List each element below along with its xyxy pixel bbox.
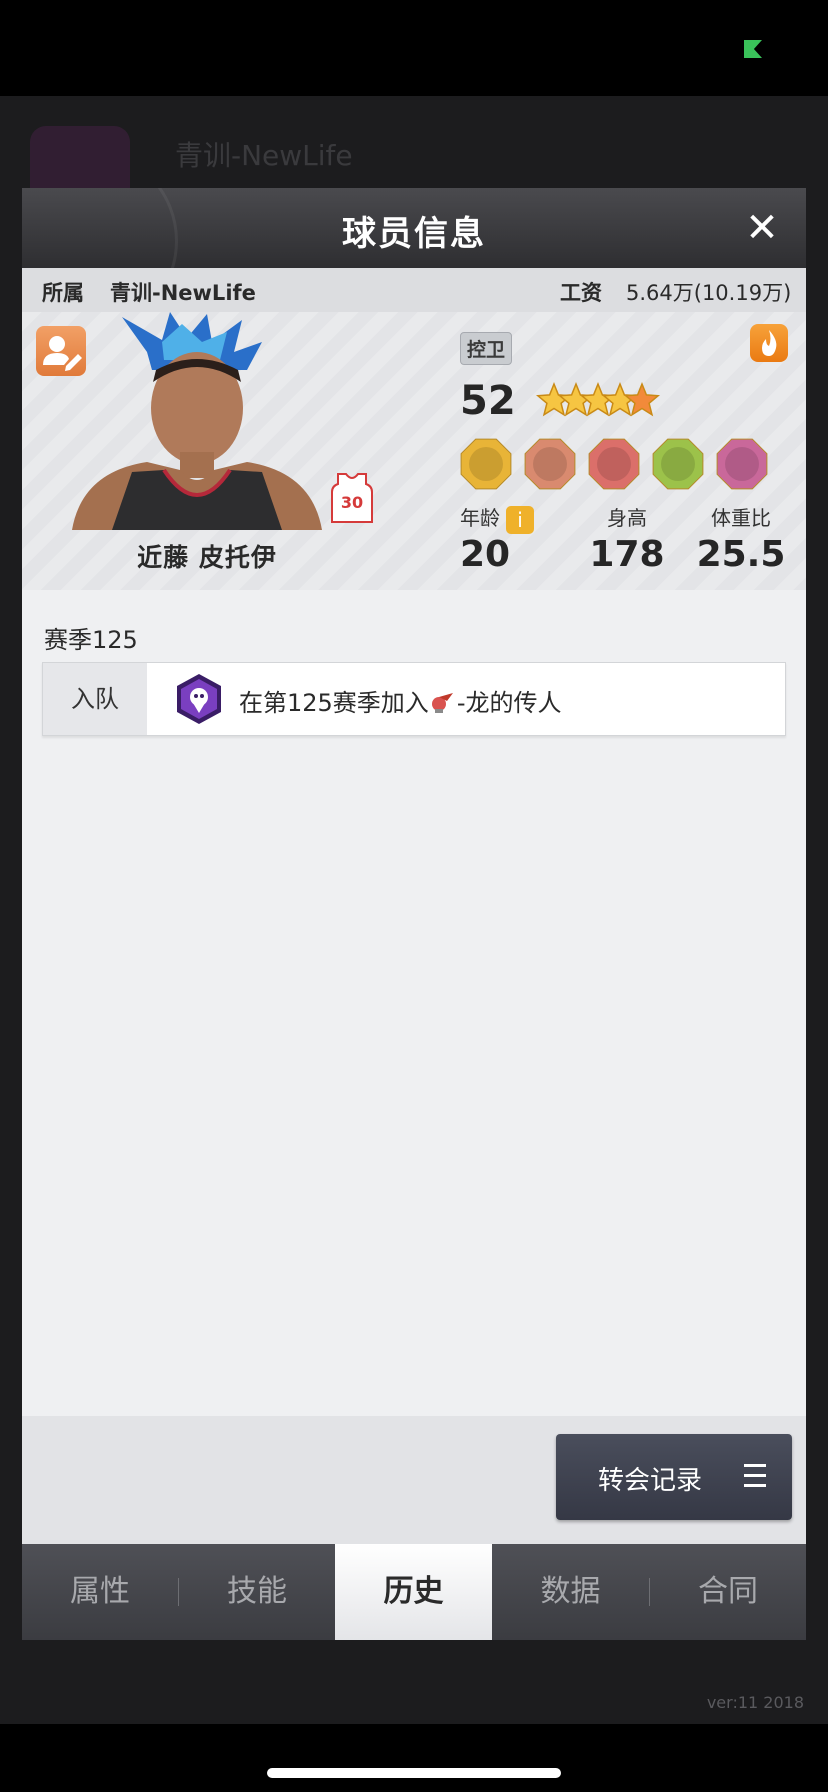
modal-title: 球员信息 — [342, 214, 486, 254]
team-value: 青训-NewLife — [110, 281, 256, 305]
stat-age: 年龄 i 20 — [460, 502, 550, 575]
jersey-number-icon: 30 — [331, 473, 373, 523]
app-status-icon — [744, 40, 762, 58]
transfer-history-label: 转会记录 — [598, 1466, 703, 1496]
stat-weight-ratio-label: 体重比 — [711, 506, 771, 530]
hot-status-button[interactable] — [750, 324, 788, 362]
tab-data[interactable]: 数据 — [492, 1544, 649, 1640]
history-text-after: -龙的传人 — [456, 689, 562, 717]
stat-height: 身高 178 — [572, 502, 682, 575]
stat-age-value: 20 — [460, 534, 511, 575]
player-portrait — [72, 312, 322, 530]
stat-weight-ratio-value: 25.5 — [696, 534, 786, 575]
season-label: 赛季125 — [44, 626, 138, 654]
version-label: ver:11 2018 — [706, 1693, 804, 1712]
tab-history[interactable]: 历史 — [335, 1544, 492, 1640]
stat-height-label: 身高 — [607, 506, 647, 530]
skill-badges — [460, 438, 768, 490]
stat-weight-ratio: 体重比 25.5 — [686, 502, 796, 575]
tab-attributes[interactable]: 属性 — [22, 1544, 178, 1640]
stat-age-label: 年龄 — [460, 506, 500, 530]
fire-icon — [762, 330, 777, 356]
menu-icon — [744, 1464, 766, 1488]
player-card: 30 近藤 皮托伊 控卫 52 年龄 i 20 身高 178 体重比 25.5 — [22, 312, 806, 590]
player-name: 近藤 皮托伊 — [137, 543, 277, 572]
skill-badge-icon[interactable] — [652, 438, 704, 490]
skill-badge-icon[interactable] — [524, 438, 576, 490]
history-text-before: 在第125赛季加入 — [239, 689, 429, 717]
close-button[interactable]: ✕ — [736, 202, 788, 254]
modal-header: 球员信息 ✕ — [22, 188, 806, 334]
position-badge: 控卫 — [460, 332, 513, 365]
team-salary-bar: 所属 青训-NewLife 工资 5.64万(10.19万) — [22, 268, 806, 312]
transfer-history-button[interactable]: 转会记录 — [556, 1434, 792, 1520]
tab-bar: 属性 技能 历史 数据 合同 — [22, 1544, 806, 1640]
info-icon[interactable]: i — [506, 505, 534, 534]
background-team-name: 青训-NewLife — [175, 139, 353, 172]
team-logo-icon — [177, 674, 221, 724]
star-half-icon — [623, 381, 660, 417]
history-row: 入队 在第125赛季加入 -龙的传人 — [42, 662, 786, 736]
skill-badge-icon[interactable] — [716, 438, 768, 490]
star-rating — [536, 381, 660, 417]
history-text: 在第125赛季加入 -龙的传人 — [239, 683, 561, 718]
tab-contract[interactable]: 合同 — [650, 1544, 806, 1640]
history-type: 入队 — [43, 663, 147, 735]
tab-skills[interactable]: 技能 — [179, 1544, 335, 1640]
home-indicator[interactable] — [267, 1768, 561, 1778]
skill-badge-icon[interactable] — [588, 438, 640, 490]
team-label: 所属 — [42, 281, 84, 305]
player-rating: 52 — [460, 378, 516, 424]
salary-label: 工资 — [560, 281, 602, 305]
salary-value: 5.64万(10.19万) — [626, 281, 792, 305]
stat-height-value: 178 — [589, 534, 665, 575]
player-info-modal: 球员信息 ✕ 所属 青训-NewLife 工资 5.64万(10.19万) 30… — [22, 188, 806, 1640]
jersey-number: 30 — [341, 493, 363, 512]
skill-badge-icon[interactable] — [460, 438, 512, 490]
team-emblem-icon — [431, 693, 453, 713]
